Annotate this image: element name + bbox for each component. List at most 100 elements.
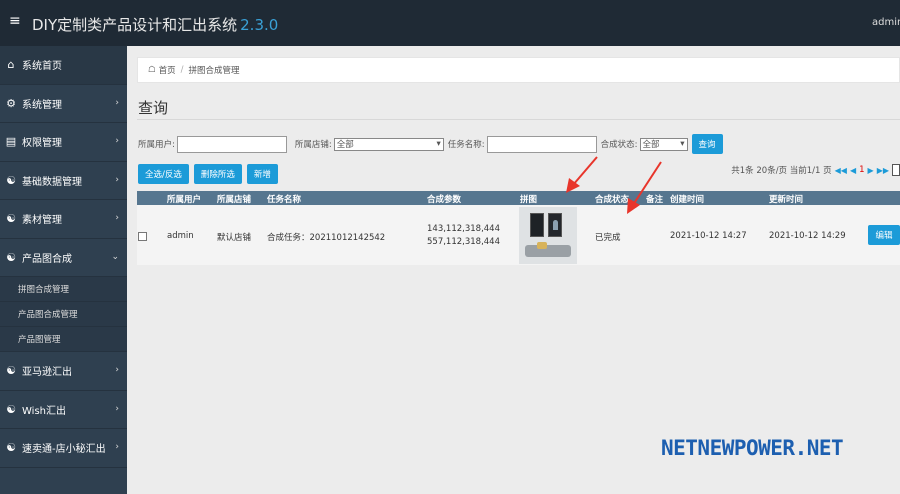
user-filter-input[interactable]: [176, 135, 287, 153]
chevron-down-icon: ▾: [436, 139, 441, 149]
thumbnail-frame-left: [530, 213, 544, 237]
cell-shop: 默认店铺: [217, 233, 252, 243]
sitemap-icon: ☯: [6, 212, 16, 226]
cell-status: 已完成: [595, 233, 621, 243]
status-filter-label: 合成状态:: [600, 140, 638, 150]
sitemap-icon: ☯: [6, 250, 16, 264]
column-header: 备注: [646, 195, 664, 205]
app-title-text: DIY定制类产品设计和汇出系统: [32, 16, 238, 34]
column-header: 所属店铺: [217, 195, 252, 205]
sidebar: ⌂ 系统首页 ⚙ 系统管理 › ▤ 权限管理 › ☯ 基础数据管理 › ☯ 素材…: [0, 46, 127, 494]
sidebar-item-wish[interactable]: ☯ Wish汇出 ›: [0, 391, 127, 429]
sidebar-item-product-compose[interactable]: ☯ 产品图合成 ⌄: [0, 239, 127, 277]
table-header: 所属用户 所属店铺 任务名称 合成参数 拼图 合成状态 备注 创建时间 更新时间: [137, 191, 900, 205]
title-divider: [137, 119, 900, 120]
column-header: 创建时间: [670, 195, 705, 205]
watermark: NETNEWPOWER.NET: [661, 436, 844, 460]
sidebar-item-materials[interactable]: ☯ 素材管理 ›: [0, 200, 127, 239]
user-filter-label: 所属用户:: [138, 140, 175, 150]
cell-created: 2021-10-12 14:27: [670, 231, 747, 241]
chevron-right-icon: ›: [115, 365, 119, 375]
home-icon: ⌂: [7, 58, 15, 72]
task-filter-label: 任务名称:: [447, 140, 485, 150]
sidebar-item-label: 速卖通-店小秘汇出: [22, 444, 106, 456]
sitemap-icon: ☯: [6, 441, 16, 455]
sidebar-item-aliexpress[interactable]: ☯ 速卖通-店小秘汇出 ›: [0, 429, 127, 468]
next-page-icon[interactable]: ▶: [868, 166, 874, 175]
menu-toggle-icon[interactable]: ≡: [9, 13, 21, 29]
prev-page-icon[interactable]: ◀: [850, 166, 856, 175]
task-filter-input[interactable]: [486, 135, 597, 153]
user-menu[interactable]: admin: [872, 17, 900, 28]
row-checkbox[interactable]: [138, 232, 147, 241]
cell-params-line2: 557,112,318,444: [427, 237, 501, 247]
sitemap-icon: ☯: [6, 173, 16, 187]
action-bar: 全选/反选 删除所选 新增: [138, 164, 278, 184]
sidebar-item-system[interactable]: ⚙ 系统管理 ›: [0, 85, 127, 123]
sitemap-icon: ☯: [6, 402, 16, 416]
table-row: admin 默认店铺 合成任务：20211012142542 143,112,3…: [137, 205, 900, 265]
column-header: 合成状态: [595, 195, 630, 205]
page-title: 查询: [138, 99, 169, 117]
annotation-arrow-thumbnail: [566, 156, 598, 193]
chevron-right-icon: ›: [115, 136, 119, 146]
top-bar: ≡ DIY定制类产品设计和汇出系统2.3.0 admin: [0, 0, 900, 46]
sidebar-item-label: 基础数据管理: [22, 176, 82, 188]
filter-bar: 所属用户: 所属店铺: 全部 ▾ 任务名称: 合成状态: 全部 ▾ 查询: [138, 134, 723, 154]
edit-button[interactable]: 编辑: [868, 225, 900, 245]
cell-user: admin: [167, 231, 194, 241]
first-page-icon[interactable]: ◀◀: [835, 166, 847, 175]
column-header: 所属用户: [167, 195, 202, 205]
breadcrumb: ☖ 首页 / 拼图合成管理: [137, 57, 900, 83]
thumbnail-sofa: [525, 245, 571, 257]
breadcrumb-current: 拼图合成管理: [188, 66, 240, 76]
sidebar-item-amazon[interactable]: ☯ 亚马逊汇出 ›: [0, 352, 127, 391]
id-card-icon: ▤: [5, 135, 17, 149]
sidebar-item-label: 权限管理: [22, 138, 62, 150]
sidebar-item-label: 系统首页: [22, 61, 62, 73]
cell-updated: 2021-10-12 14:29: [769, 231, 846, 241]
select-all-button[interactable]: 全选/反选: [138, 164, 189, 184]
sidebar-item-label: 系统管理: [22, 99, 62, 111]
sidebar-item-label: 素材管理: [22, 215, 62, 227]
sidebar-item-label: 亚马逊汇出: [22, 367, 72, 379]
cell-params-line1: 143,112,318,444: [427, 224, 501, 234]
current-page[interactable]: 1: [859, 165, 864, 175]
column-header: 任务名称: [267, 195, 302, 205]
breadcrumb-separator: /: [180, 65, 184, 75]
delete-selected-button[interactable]: 删除所选: [193, 164, 242, 184]
shop-filter-value: 全部: [336, 140, 354, 150]
column-header: 拼图: [520, 195, 538, 205]
thumbnail-frame-right: [548, 213, 562, 237]
sidebar-subitem-product-compose-manage[interactable]: 产品图合成管理: [0, 302, 127, 327]
gear-icon: ⚙: [6, 96, 16, 110]
sidebar-item-base-data[interactable]: ☯ 基础数据管理 ›: [0, 162, 127, 200]
sidebar-subitem-puzzle[interactable]: 拼图合成管理: [0, 277, 127, 302]
cell-task: 合成任务：20211012142542: [267, 233, 386, 243]
home-icon: ☖: [148, 65, 156, 75]
last-page-icon[interactable]: ▶▶: [877, 166, 889, 175]
chevron-down-icon: ⌄: [111, 251, 119, 262]
shop-filter-select[interactable]: 全部 ▾: [333, 137, 444, 151]
status-filter-select[interactable]: 全部 ▾: [639, 137, 688, 151]
add-button[interactable]: 新增: [246, 164, 278, 184]
sidebar-item-home[interactable]: ⌂ 系统首页: [0, 46, 127, 85]
sidebar-item-label: 产品图合成: [22, 253, 72, 265]
chevron-right-icon: ›: [115, 174, 119, 185]
status-filter-value: 全部: [642, 140, 660, 150]
chevron-right-icon: ›: [115, 97, 119, 108]
sidebar-subitem-product-images[interactable]: 产品图管理: [0, 327, 127, 352]
page-jump-input[interactable]: [892, 164, 900, 176]
search-button[interactable]: 查询: [691, 134, 723, 154]
pagination: 共1条 20条/页 当前1/1 页 ◀◀ ◀ 1 ▶ ▶▶: [731, 164, 900, 176]
puzzle-thumbnail[interactable]: [519, 207, 577, 264]
app-title: DIY定制类产品设计和汇出系统 2.3.0: [32, 14, 278, 35]
sidebar-item-permissions[interactable]: ▤ 权限管理 ›: [0, 123, 127, 162]
pagination-summary: 共1条 20条/页 当前1/1 页: [731, 166, 832, 176]
breadcrumb-home[interactable]: 首页: [159, 64, 176, 76]
column-header: 合成参数: [427, 195, 462, 205]
shop-filter-label: 所属店铺:: [294, 140, 332, 150]
chevron-right-icon: ›: [115, 403, 119, 414]
chevron-right-icon: ›: [115, 213, 119, 223]
thumbnail-pillow: [537, 242, 547, 249]
